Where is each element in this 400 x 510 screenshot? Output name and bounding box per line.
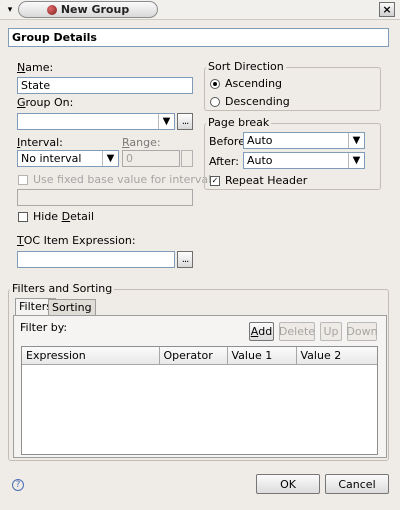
move-up-button: Up <box>320 322 342 341</box>
interval-value: No interval <box>21 152 82 165</box>
sort-ascending-option[interactable]: Ascending <box>210 77 282 90</box>
repeat-header-checkbox[interactable]: ✓ <box>210 175 220 186</box>
after-combo[interactable]: Auto ▼ <box>243 152 365 169</box>
window-menu-icon[interactable]: ▾ <box>3 2 17 17</box>
ok-button[interactable]: OK <box>256 474 320 494</box>
chevron-down-icon[interactable]: ▼ <box>348 153 364 168</box>
hide-detail-label: Hide Detail <box>33 210 94 223</box>
move-down-button: Down <box>346 322 378 341</box>
window-title-text: New Group <box>60 3 130 16</box>
filters-sorting-legend: Filters and Sorting <box>10 282 115 295</box>
group-on-label: Group On: <box>17 96 74 109</box>
name-label: Name: <box>17 61 54 74</box>
toc-browse-button[interactable]: ... <box>177 251 193 268</box>
chevron-down-icon[interactable]: ▼ <box>102 151 118 166</box>
descending-label: Descending <box>225 95 290 108</box>
repeat-header-row[interactable]: ✓ Repeat Header <box>210 174 307 187</box>
repeat-header-label: Repeat Header <box>225 174 308 187</box>
group-on-combo[interactable]: ▼ <box>17 113 175 130</box>
page-break-legend: Page break <box>206 116 272 129</box>
column-header-operator[interactable]: Operator <box>159 347 228 365</box>
toc-input[interactable] <box>17 251 175 268</box>
after-label: After: <box>209 155 239 168</box>
cancel-button[interactable]: Cancel <box>325 474 389 494</box>
range-label: Range: <box>122 136 161 149</box>
group-on-value <box>18 114 158 129</box>
filter-by-label: Filter by: <box>20 321 68 334</box>
filters-table-grid: Expression Operator Value 1 Value 2 <box>22 347 377 365</box>
interval-combo[interactable]: No interval ▼ <box>17 150 119 167</box>
ascending-label: Ascending <box>225 77 283 90</box>
filters-table[interactable]: Expression Operator Value 1 Value 2 <box>21 346 378 455</box>
chevron-down-icon[interactable]: ▼ <box>158 114 174 129</box>
close-icon[interactable]: × <box>379 2 395 17</box>
after-value: Auto <box>247 154 273 167</box>
range-spinner-arrows <box>181 150 193 167</box>
help-icon[interactable]: ? <box>12 479 24 491</box>
interval-label: Interval: <box>17 136 63 149</box>
tab-sorting[interactable]: Sorting <box>48 299 96 315</box>
sort-descending-option[interactable]: Descending <box>210 95 290 108</box>
window-title: New Group <box>18 1 158 18</box>
name-input[interactable]: State <box>17 77 193 94</box>
delete-filter-button: Delete <box>279 322 315 341</box>
group-on-browse-button[interactable]: ... <box>177 113 193 130</box>
toc-label: TOC Item Expression: <box>17 234 136 247</box>
range-spinner: 0 <box>122 150 180 167</box>
before-value: Auto <box>247 134 273 147</box>
add-filter-button[interactable]: Add <box>249 322 274 341</box>
hide-detail-row[interactable]: Hide Detail <box>18 210 94 223</box>
app-icon <box>46 4 57 15</box>
before-combo[interactable]: Auto ▼ <box>243 132 365 149</box>
sort-direction-legend: Sort Direction <box>206 60 286 73</box>
fixed-base-input <box>17 189 193 206</box>
fixed-base-label: Use fixed base value for interval <box>33 173 212 186</box>
chevron-down-icon[interactable]: ▼ <box>348 133 364 148</box>
section-header: Group Details <box>8 28 389 47</box>
descending-radio[interactable] <box>210 96 220 107</box>
fixed-base-checkbox <box>18 174 28 185</box>
column-header-value2[interactable]: Value 2 <box>296 347 377 365</box>
column-header-value1[interactable]: Value 1 <box>227 347 297 365</box>
ascending-radio[interactable] <box>210 78 220 89</box>
hide-detail-checkbox[interactable] <box>18 211 28 222</box>
column-header-expression[interactable]: Expression <box>22 347 160 365</box>
fixed-base-checkbox-row: Use fixed base value for interval <box>18 173 211 186</box>
